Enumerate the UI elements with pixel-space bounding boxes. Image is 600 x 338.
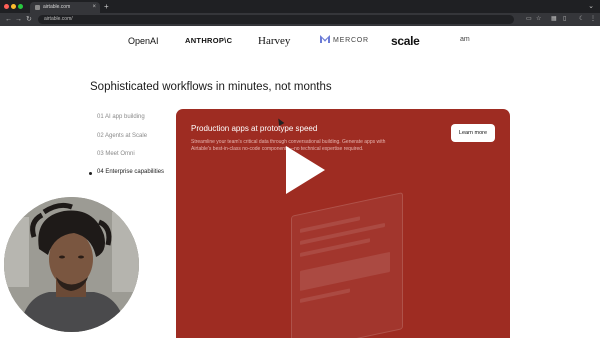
- url-text: airtable.com/: [44, 16, 73, 22]
- menu-item-enterprise-capabilities[interactable]: 04 Enterprise capabilities: [97, 169, 164, 175]
- mercor-mark-icon: [320, 35, 330, 43]
- theme-moon-icon[interactable]: ☾: [579, 13, 584, 26]
- favicon-icon: [35, 5, 40, 10]
- preview-row: [300, 288, 350, 303]
- extensions-icon[interactable]: ▦: [551, 13, 557, 26]
- webcam-overlay: [4, 197, 139, 332]
- preview-card: [300, 251, 390, 291]
- logo-partial: am: [460, 36, 470, 43]
- menu-kebab-icon[interactable]: ⋮: [590, 13, 596, 26]
- back-icon[interactable]: ←: [5, 13, 12, 26]
- menu-item-agents-at-scale[interactable]: 02 Agents at Scale: [97, 133, 147, 139]
- menu-item-meet-omni[interactable]: 03 Meet Omni: [97, 151, 135, 157]
- browser-titlebar: airtable.com × + ⌄: [0, 0, 600, 13]
- logo-scale: scale: [391, 34, 420, 48]
- logo-anthropic: ANTHROP\C: [185, 36, 233, 45]
- forward-icon[interactable]: →: [15, 13, 22, 26]
- maximize-window-button[interactable]: [18, 4, 23, 9]
- logo-mercor-text: MERCOR: [333, 37, 369, 44]
- play-icon[interactable]: [286, 146, 325, 194]
- sidebar-icon[interactable]: ▯: [563, 13, 566, 26]
- browser-toolbar: ← → ↻ airtable.com/ ▭ ☆ ▦ ▯ ☾ ⋮: [0, 13, 600, 26]
- tab-title: airtable.com: [43, 4, 71, 10]
- feature-panel: Production apps at prototype speed Strea…: [176, 109, 510, 338]
- active-bullet-icon: [89, 172, 92, 175]
- webcam-person-illustration: [4, 197, 139, 332]
- tab-close-icon[interactable]: ×: [92, 2, 96, 13]
- browser-tab[interactable]: airtable.com ×: [30, 2, 100, 13]
- logo-harvey: Harvey: [258, 35, 291, 47]
- menu-item-ai-app-building[interactable]: 01 AI app building: [97, 114, 145, 120]
- logo-mercor: MERCOR: [320, 35, 369, 47]
- minimize-window-button[interactable]: [11, 4, 16, 9]
- chevron-down-icon[interactable]: ⌄: [588, 1, 594, 12]
- close-window-button[interactable]: [4, 4, 9, 9]
- reload-icon[interactable]: ↻: [26, 13, 32, 26]
- logo-openai: OpenAI: [128, 36, 159, 46]
- learn-more-button[interactable]: Learn more: [451, 124, 495, 142]
- address-bar[interactable]: airtable.com/: [38, 15, 514, 24]
- app-preview-illustration: [291, 192, 403, 338]
- new-tab-button[interactable]: +: [104, 1, 109, 12]
- panel-title: Production apps at prototype speed: [191, 124, 318, 133]
- install-icon[interactable]: ▭: [526, 13, 532, 26]
- bookmark-star-icon[interactable]: ☆: [536, 13, 541, 26]
- section-headline: Sophisticated workflows in minutes, not …: [90, 81, 332, 93]
